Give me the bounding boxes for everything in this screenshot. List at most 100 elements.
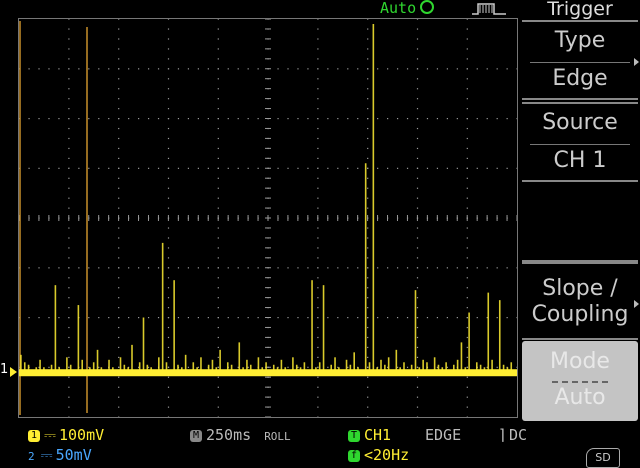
frequency-badge: f bbox=[348, 449, 360, 462]
grid-dot bbox=[317, 58, 319, 60]
grid-dot bbox=[337, 167, 339, 169]
grid-dot bbox=[167, 167, 170, 169]
grid-dot bbox=[327, 267, 329, 269]
grid-dot bbox=[68, 247, 70, 249]
grid-dot bbox=[367, 317, 369, 319]
menu-item-source[interactable]: Source CH 1 bbox=[522, 102, 638, 182]
grid-dot bbox=[68, 336, 70, 339]
grid-dot bbox=[108, 167, 110, 169]
grid-dot bbox=[367, 366, 369, 368]
grid-dot bbox=[167, 317, 170, 319]
grid-dot bbox=[367, 326, 369, 329]
grid-dot bbox=[28, 317, 30, 319]
grid-dot bbox=[98, 68, 100, 70]
timebase-readout[interactable]: M 250ms ROLL bbox=[190, 426, 291, 444]
grid-dot bbox=[317, 28, 319, 30]
menu-item-source-value: CH 1 bbox=[553, 148, 607, 173]
grid-dot bbox=[257, 267, 259, 269]
grid-dot bbox=[217, 28, 219, 30]
grid-dot bbox=[317, 346, 319, 349]
grid-dot bbox=[167, 386, 170, 388]
grid-dot bbox=[506, 167, 508, 169]
grid-dot bbox=[217, 127, 219, 130]
grid-dot bbox=[108, 118, 110, 120]
grid-dot bbox=[138, 118, 140, 120]
grid-dot bbox=[317, 416, 319, 417]
grid-dot bbox=[466, 317, 468, 319]
grid-dot bbox=[167, 326, 170, 329]
grid-dot bbox=[416, 167, 419, 169]
grid-dot bbox=[217, 366, 219, 368]
grid-dot bbox=[68, 396, 70, 398]
grid-dot bbox=[367, 167, 369, 169]
menu-item-mode-label: Mode bbox=[550, 349, 610, 374]
grid-dot bbox=[416, 257, 419, 259]
grid-dot bbox=[466, 356, 468, 358]
grid-dot bbox=[167, 336, 170, 339]
grid-dot bbox=[367, 207, 369, 209]
grid-dot bbox=[68, 227, 70, 229]
grid-dot bbox=[128, 167, 130, 169]
trigger-readout[interactable]: T CH1 bbox=[348, 426, 391, 444]
grid-dot bbox=[217, 78, 219, 80]
grid-dot bbox=[367, 307, 369, 309]
grid-dot bbox=[167, 307, 170, 309]
timebase-mode: ROLL bbox=[264, 430, 291, 443]
grid-dot bbox=[327, 366, 329, 368]
grid-dot bbox=[217, 317, 219, 319]
grid-dot bbox=[217, 237, 219, 239]
grid-dot bbox=[217, 167, 219, 169]
grid-dot bbox=[466, 326, 468, 329]
grid-dot bbox=[187, 68, 190, 70]
ch2-scale-readout[interactable]: 2 ⎓ 50mV bbox=[28, 446, 92, 464]
grid-dot bbox=[337, 68, 339, 70]
ch1-ground-marker[interactable]: 1 bbox=[0, 362, 8, 377]
menu-item-mode[interactable]: Mode Auto bbox=[522, 341, 638, 421]
grid-dot bbox=[506, 267, 508, 269]
grid-dot bbox=[367, 277, 369, 279]
grid-dot bbox=[108, 317, 110, 319]
menu-item-type[interactable]: Type Edge bbox=[522, 20, 639, 100]
grid-dot bbox=[317, 366, 319, 368]
grid-dot bbox=[108, 68, 110, 70]
grid-dot bbox=[98, 118, 100, 120]
grid-dot bbox=[68, 187, 70, 189]
grid-dot bbox=[68, 346, 70, 349]
grid-dot bbox=[367, 247, 369, 249]
grid-dot bbox=[167, 118, 170, 120]
grid-dot bbox=[466, 157, 468, 159]
grid-dot bbox=[207, 118, 209, 120]
grid-dot bbox=[516, 317, 517, 319]
waveform-display[interactable] bbox=[18, 18, 518, 418]
grid-dot bbox=[317, 406, 319, 408]
menu-item-slope-coupling[interactable]: Slope / Coupling bbox=[522, 262, 639, 340]
grid-dot bbox=[367, 197, 369, 199]
ch1-scale-readout[interactable]: 1 ⎓ 100mV bbox=[28, 426, 104, 444]
grid-dot bbox=[68, 406, 70, 408]
grid-dot bbox=[416, 19, 419, 20]
grid-dot bbox=[118, 346, 120, 349]
grid-dot bbox=[416, 68, 419, 70]
grid-dot bbox=[367, 118, 369, 120]
grid-dot bbox=[416, 157, 419, 159]
ch1-marker-arrow-icon[interactable] bbox=[10, 367, 17, 377]
grid-dot bbox=[157, 317, 160, 319]
grid-dot bbox=[257, 68, 259, 70]
grid-dot bbox=[118, 416, 120, 417]
grid-dot bbox=[367, 177, 369, 179]
chevron-right-icon bbox=[634, 58, 639, 66]
grid-dot bbox=[237, 68, 239, 70]
grid-dot bbox=[58, 118, 60, 120]
grid-dot bbox=[476, 68, 478, 70]
grid-dot bbox=[317, 237, 319, 239]
grid-dot bbox=[118, 58, 120, 60]
grid-dot bbox=[68, 68, 70, 70]
grid-dot bbox=[118, 19, 120, 20]
grid-dot bbox=[187, 167, 190, 169]
grid-dot bbox=[78, 167, 80, 169]
grid-dot bbox=[277, 167, 279, 169]
grid-dot bbox=[217, 386, 219, 388]
grid-dot bbox=[506, 118, 508, 120]
grid-dot bbox=[337, 267, 339, 269]
grid-dot bbox=[317, 78, 319, 80]
